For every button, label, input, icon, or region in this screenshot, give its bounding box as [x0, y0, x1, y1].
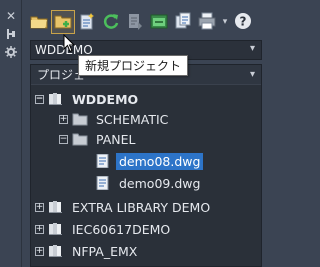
tree-row[interactable]: demo09.dwg — [95, 173, 203, 193]
collapse-toggle[interactable]: − — [35, 94, 44, 104]
pin-icon[interactable] — [3, 26, 19, 42]
project-manager-toolbar: ▾ ? — [28, 8, 264, 36]
tree-row[interactable]: − WDDEMO — [35, 89, 141, 109]
tooltip: 新規プロジェクト — [78, 55, 189, 76]
drawing-icon — [95, 154, 111, 168]
project-book-icon — [48, 92, 64, 106]
expand-toggle[interactable]: + — [35, 202, 44, 212]
refresh-button[interactable] — [100, 11, 122, 33]
tree-row[interactable]: + IEC60617DEMO — [35, 219, 173, 239]
toolbar-more-arrow[interactable]: ▾ — [220, 11, 230, 33]
tree-row-label: demo09.dwg — [119, 175, 201, 191]
tree-row-label: demo08.dwg — [116, 152, 204, 170]
project-book-icon — [48, 244, 64, 258]
folder-icon — [72, 112, 88, 126]
project-book-icon — [48, 222, 64, 236]
tree-row-label: EXTRA LIBRARY DEMO — [72, 199, 211, 215]
new-project-button[interactable] — [51, 10, 75, 34]
tree-row[interactable]: − PANEL — [59, 129, 139, 149]
chevron-down-icon: ▾ — [249, 69, 255, 80]
tree-row-label: SCHEMATIC — [96, 111, 169, 127]
open-project-button[interactable] — [28, 11, 50, 33]
plot-icon — [198, 12, 216, 33]
settings-icon[interactable] — [3, 44, 19, 60]
close-icon[interactable]: ✕ — [3, 8, 19, 24]
tree-row-label: NFPA_EMX — [72, 243, 138, 259]
palette-side-strip: ✕ — [0, 0, 22, 267]
project-tree-panel: プロジェ ▾ − WDDEMO + SCHEMATIC − PANEL demo… — [30, 64, 262, 267]
tree-row-label: WDDEMO — [72, 91, 139, 107]
plot-button[interactable] — [196, 11, 218, 33]
mouse-cursor-icon — [63, 33, 76, 56]
expand-toggle[interactable]: + — [59, 114, 68, 124]
tree-row-label: IEC60617DEMO — [72, 221, 171, 237]
task-list-icon — [126, 12, 144, 33]
project-properties-icon — [150, 12, 168, 33]
expand-toggle[interactable]: + — [35, 224, 44, 234]
collapse-toggle[interactable]: − — [59, 134, 68, 144]
project-book-icon — [48, 200, 64, 214]
tree-row-selected[interactable]: demo08.dwg — [95, 151, 204, 171]
svg-text:?: ? — [240, 14, 247, 28]
new-project-icon — [54, 12, 72, 33]
copy-project-icon — [174, 12, 192, 33]
open-project-icon — [30, 12, 48, 33]
chevron-down-icon: ▾ — [249, 43, 255, 54]
expand-toggle[interactable]: + — [35, 246, 44, 256]
project-properties-button[interactable] — [148, 11, 170, 33]
new-drawing-button[interactable] — [76, 11, 98, 33]
new-drawing-icon — [78, 12, 96, 33]
tree-row[interactable]: + NFPA_EMX — [35, 241, 140, 261]
tree-row-label: PANEL — [96, 131, 136, 147]
help-button[interactable]: ? — [232, 11, 254, 33]
task-list-button[interactable] — [124, 11, 146, 33]
refresh-icon — [102, 12, 120, 33]
copy-project-button[interactable] — [172, 11, 194, 33]
drawing-icon — [95, 176, 111, 190]
folder-icon — [72, 132, 88, 146]
tree-row[interactable]: + SCHEMATIC — [59, 109, 171, 129]
tree-row[interactable]: + EXTRA LIBRARY DEMO — [35, 197, 213, 217]
help-icon: ? — [234, 12, 252, 33]
